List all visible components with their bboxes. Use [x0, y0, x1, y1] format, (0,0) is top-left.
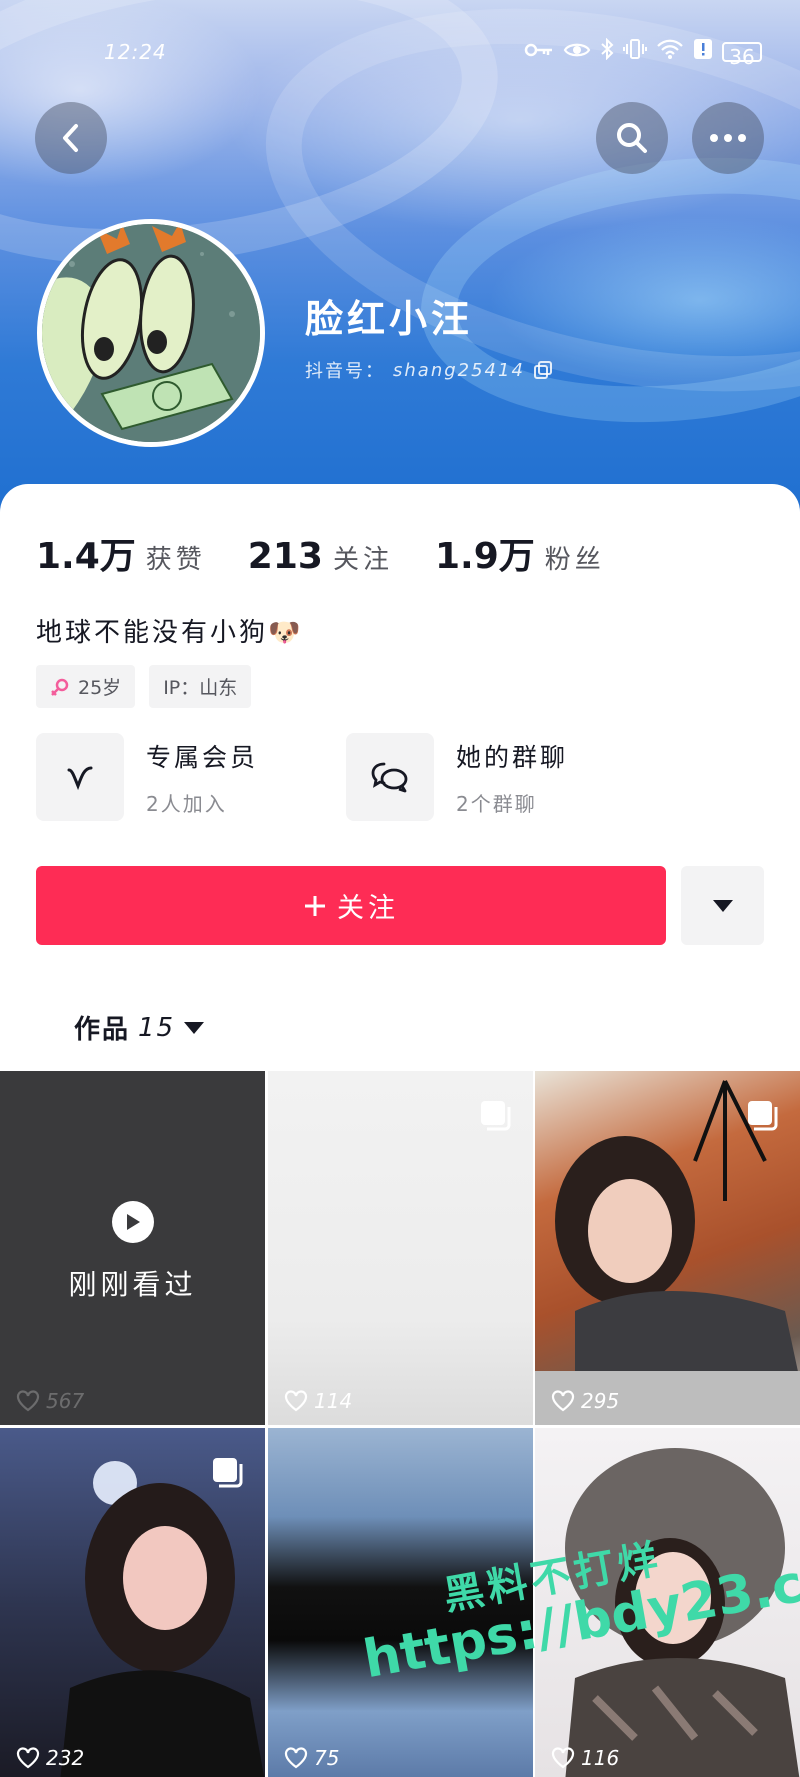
more-dots-icon	[710, 134, 746, 142]
status-bar: 12:24 36	[0, 37, 800, 69]
like-count-text: 116	[581, 1746, 620, 1770]
stat-likes[interactable]: 1.4万 获赞	[36, 527, 206, 579]
follow-label: 关注	[337, 893, 399, 924]
douyin-id-value: shang25414	[393, 359, 525, 381]
like-count-text: 75	[314, 1746, 340, 1770]
multi-image-icon	[213, 1458, 243, 1488]
ip-tag: IP：山东	[149, 665, 252, 708]
group-chat-icon-box	[346, 733, 434, 821]
heart-icon	[16, 1747, 40, 1769]
like-count: 232	[16, 1746, 84, 1770]
alert-icon	[693, 38, 713, 66]
like-count-text: 295	[581, 1389, 620, 1413]
profile-bio: 地球不能没有小狗🐶	[36, 618, 304, 648]
video-thumbnail[interactable]: 114	[268, 1071, 533, 1425]
membership-entry[interactable]: 专属会员 2人加入	[36, 733, 258, 821]
heart-icon	[551, 1747, 575, 1769]
more-options-button[interactable]	[692, 102, 764, 174]
heart-icon	[284, 1747, 308, 1769]
plus-icon	[305, 895, 325, 916]
stat-number: 1.9万	[434, 536, 535, 577]
like-count: 114	[284, 1389, 352, 1413]
group-chat-title: 她的群聊	[456, 742, 569, 772]
group-chat-subtitle: 2个群聊	[456, 791, 537, 816]
douyin-id-label: 抖音号：	[305, 361, 385, 382]
membership-icon-box	[36, 733, 124, 821]
battery-icon: 36	[722, 42, 762, 69]
recently-viewed-overlay: 刚刚看过	[0, 1201, 265, 1303]
vibrate-icon	[623, 38, 647, 66]
like-count: 567	[16, 1389, 84, 1413]
stat-label: 获赞	[145, 545, 206, 575]
douyin-id[interactable]: 抖音号： shang25414	[305, 357, 553, 383]
membership-title: 专属会员	[146, 742, 259, 772]
search-icon	[617, 123, 647, 153]
wifi-icon	[656, 38, 684, 66]
like-count: 295	[551, 1389, 619, 1413]
multi-image-icon	[481, 1101, 511, 1131]
like-count-text: 567	[46, 1389, 85, 1413]
membership-subtitle: 2人加入	[146, 791, 227, 816]
caret-down-icon	[184, 1021, 205, 1034]
bluetooth-icon	[600, 37, 614, 66]
stat-following[interactable]: 213 关注	[248, 536, 393, 577]
chevron-left-icon	[63, 124, 78, 152]
follow-button[interactable]: 关注	[36, 866, 666, 945]
stat-number: 1.4万	[36, 536, 136, 577]
search-button[interactable]	[596, 102, 668, 174]
works-count: 15	[138, 1012, 176, 1043]
heart-icon	[551, 1390, 575, 1412]
ip-text: IP：山东	[163, 677, 238, 699]
video-thumbnail[interactable]: 232	[0, 1428, 265, 1777]
profile-tags: 25岁 IP：山东	[36, 665, 252, 708]
status-time: 12:24	[104, 40, 167, 64]
heart-icon	[284, 1390, 308, 1412]
stat-label: 粉丝	[544, 545, 605, 575]
stat-label: 关注	[332, 545, 393, 575]
avatar-image	[42, 224, 260, 442]
age-tag: 25岁	[36, 665, 136, 708]
age-text: 25岁	[78, 677, 122, 699]
group-chat-icon	[371, 762, 408, 793]
female-icon	[51, 678, 69, 696]
back-button[interactable]	[35, 102, 107, 174]
stat-number: 213	[247, 536, 323, 577]
membership-v-icon	[67, 766, 93, 791]
recently-viewed-label: 刚刚看过	[68, 1268, 197, 1301]
video-thumbnail[interactable]: 295	[535, 1071, 800, 1425]
like-count: 75	[284, 1746, 339, 1770]
caret-down-icon	[712, 899, 733, 912]
stat-followers[interactable]: 1.9万 粉丝	[435, 527, 605, 579]
nickname: 脸红小汪	[305, 297, 474, 341]
avatar[interactable]	[37, 219, 265, 447]
multi-image-icon	[748, 1101, 778, 1131]
heart-icon	[16, 1390, 40, 1412]
video-thumbnail[interactable]: 刚刚看过 567	[0, 1071, 265, 1425]
like-count: 116	[551, 1746, 619, 1770]
copy-icon[interactable]	[533, 360, 553, 380]
eye-icon	[563, 39, 591, 65]
works-label: 作品	[74, 1015, 131, 1045]
like-count-text: 114	[314, 1389, 353, 1413]
like-count-text: 232	[46, 1746, 85, 1770]
profile-stats: 1.4万 获赞 213 关注 1.9万 粉丝	[36, 527, 605, 579]
key-icon	[524, 39, 554, 65]
recommend-dropdown-button[interactable]	[681, 866, 764, 945]
group-chat-entry[interactable]: 她的群聊 2个群聊	[346, 733, 568, 821]
tab-works[interactable]: 作品 15	[74, 1009, 205, 1046]
play-icon	[111, 1201, 154, 1243]
